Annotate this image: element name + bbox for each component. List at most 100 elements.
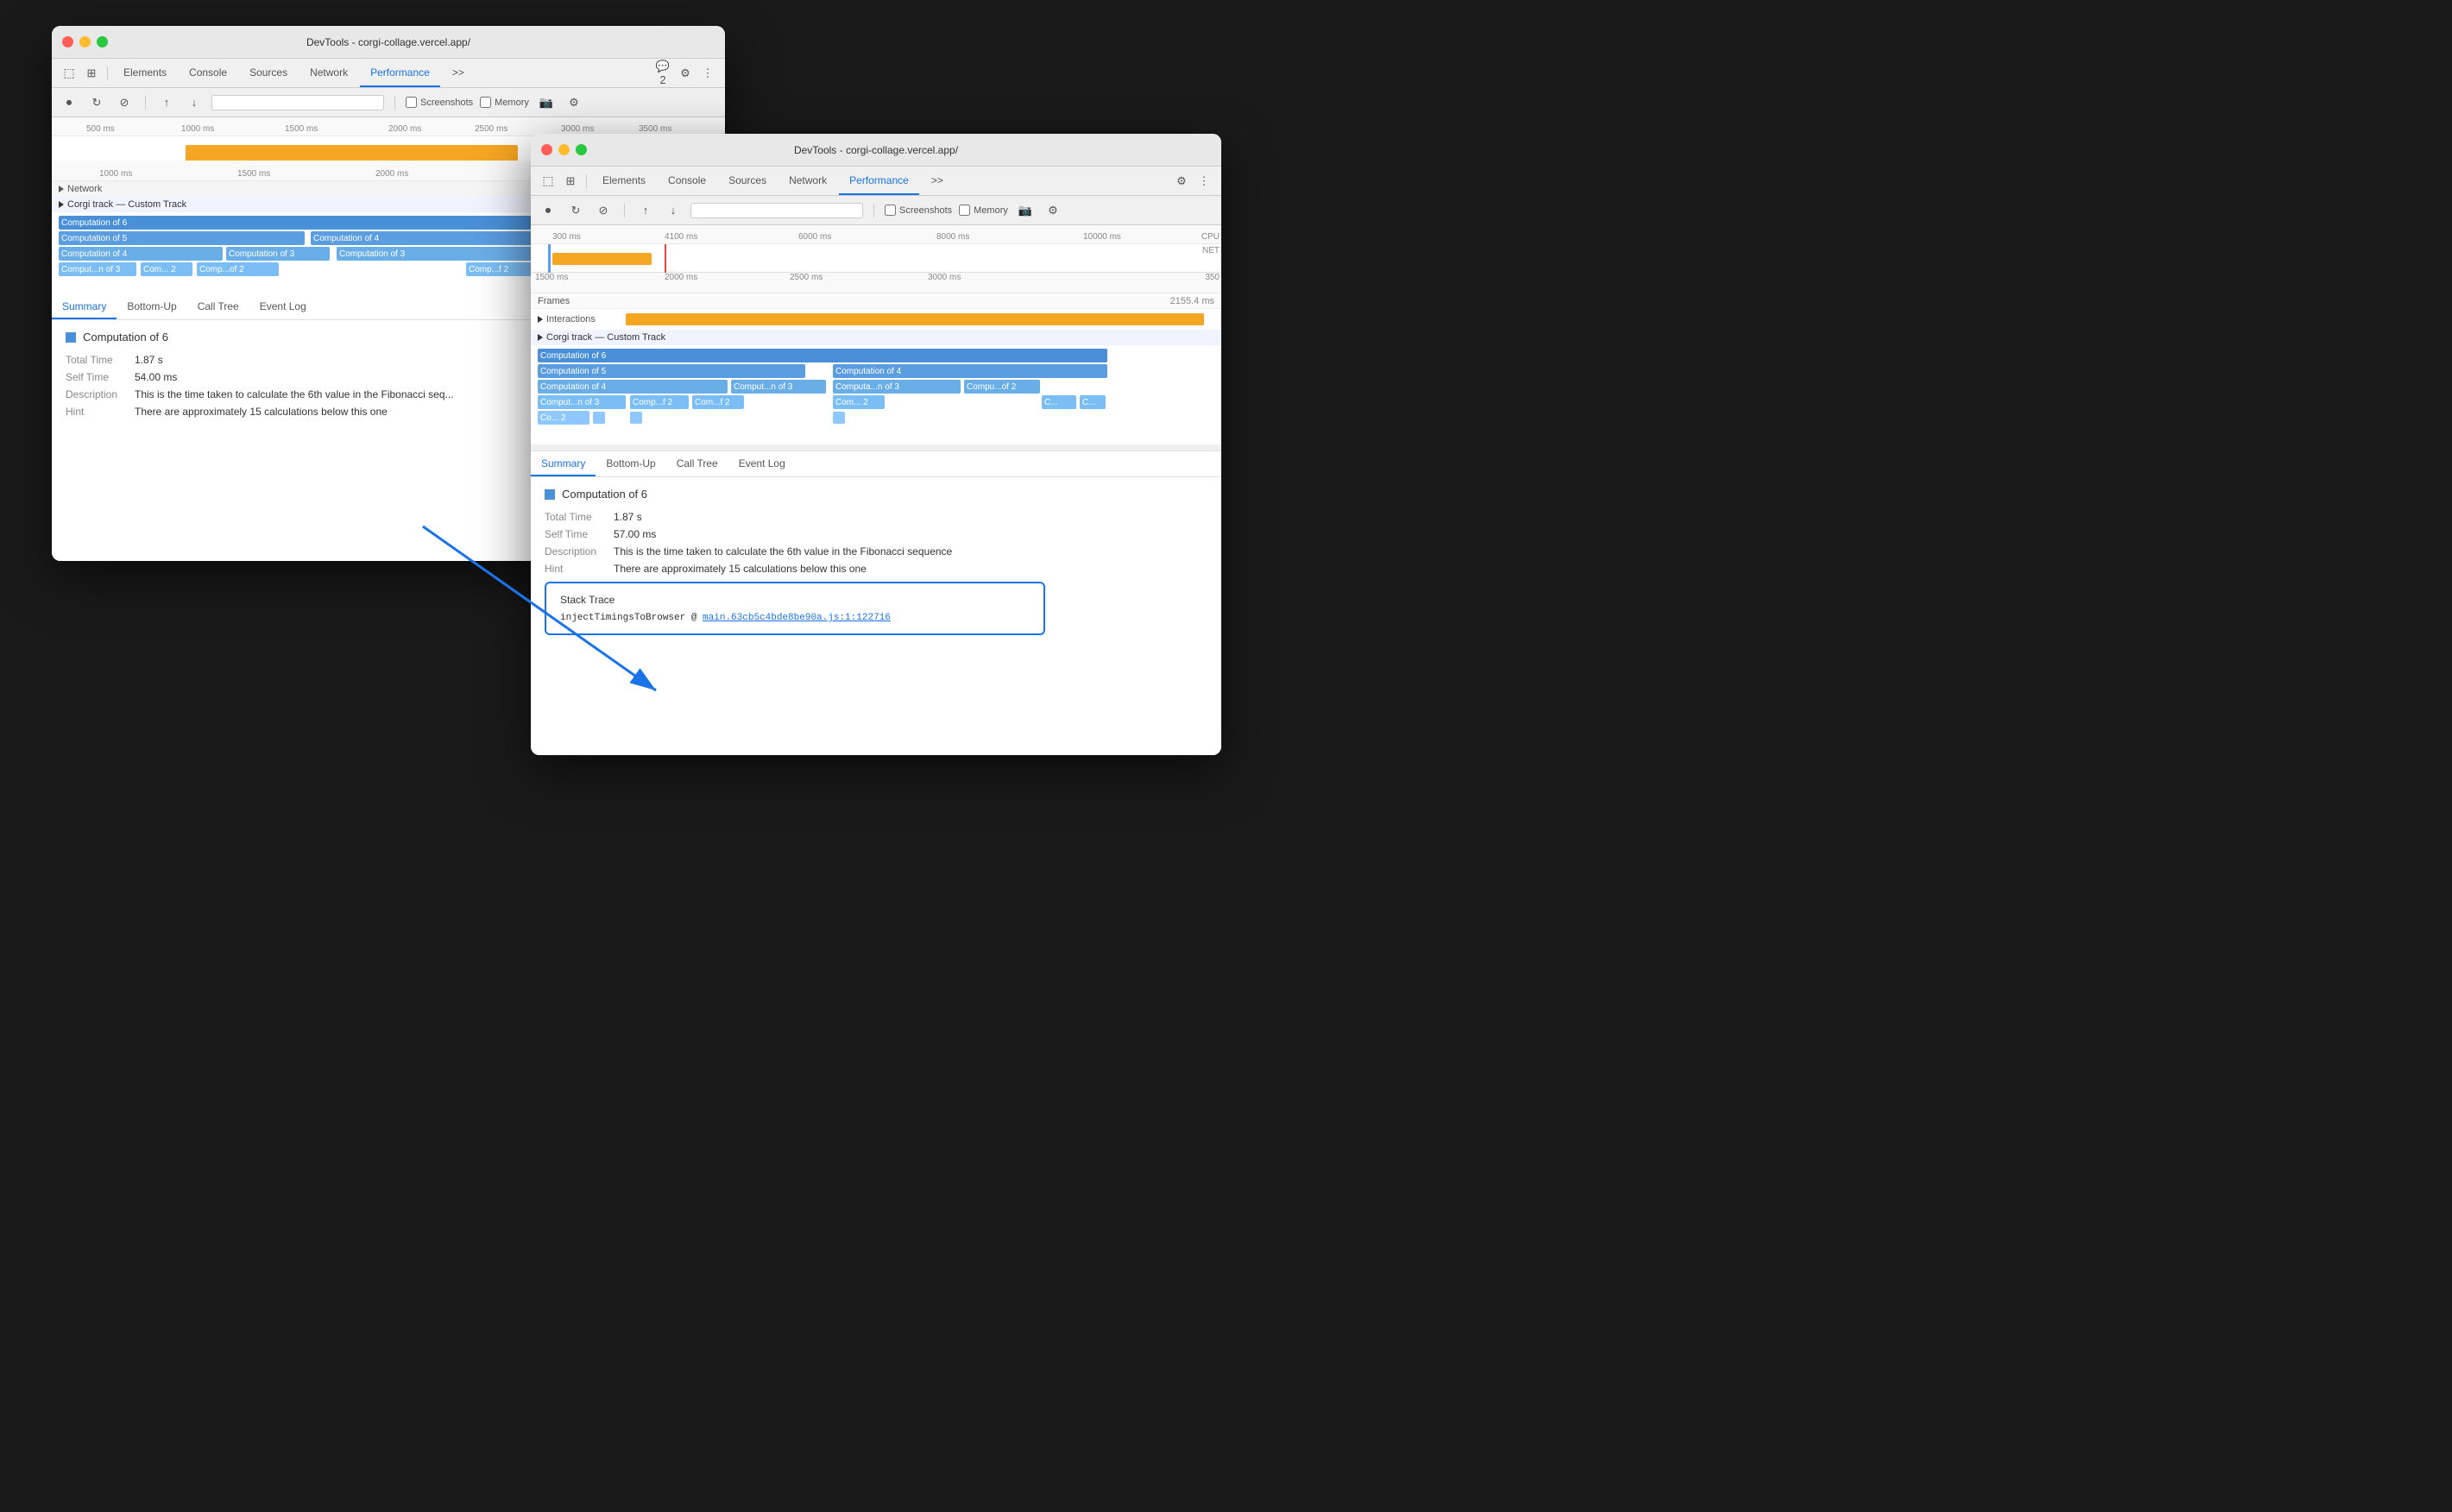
capture-btn-2[interactable]: 📷 (1015, 200, 1036, 221)
flame-comp2a-1[interactable]: Com... 2 (141, 262, 192, 276)
record-btn-2[interactable]: ⏺ (538, 200, 558, 221)
minimize-button-2[interactable] (558, 144, 570, 155)
tab-bottomup-2[interactable]: Bottom-Up (596, 451, 665, 476)
main-ruler-2: 1500 ms 2000 ms 2500 ms 3000 ms 350 (531, 273, 1221, 293)
tab-performance-2[interactable]: Performance (839, 167, 919, 195)
memory-check-1[interactable]: Memory (480, 97, 529, 108)
tab-network-1[interactable]: Network (299, 59, 358, 87)
network-label-1: Network (67, 184, 102, 194)
clear-btn-1[interactable]: ⊘ (114, 92, 135, 113)
tab-more-1[interactable]: >> (442, 59, 475, 87)
tab-bottomup-1[interactable]: Bottom-Up (117, 294, 186, 319)
scrollbar-2[interactable] (531, 444, 1221, 451)
flame-compf2-2[interactable]: Comp...f 2 (630, 395, 689, 409)
flame-comp4a-1[interactable]: Computation of 4 (311, 231, 535, 245)
flame-c2-2[interactable]: C... (1080, 395, 1106, 409)
upload-btn-2[interactable]: ↑ (635, 200, 656, 221)
chat-icon-1[interactable]: 💬 2 (652, 63, 673, 84)
flame-compo2-2[interactable]: Compu...of 2 (964, 380, 1040, 394)
address-input-2[interactable]: corgi-collage.vercel.app... (690, 203, 863, 218)
hint-value-2: There are approximately 15 calculations … (614, 563, 1207, 575)
flame-compna3-2[interactable]: Computa...n of 3 (833, 380, 961, 394)
close-button-2[interactable] (541, 144, 552, 155)
tab-calltree-2[interactable]: Call Tree (666, 451, 728, 476)
more-icon-1[interactable]: ⋮ (697, 63, 718, 84)
tab-more-2[interactable]: >> (921, 167, 954, 195)
flame-comp2c-1[interactable]: Comp...f 2 (466, 262, 535, 276)
flame-comp5-1[interactable]: Computation of 5 (59, 231, 305, 245)
tab-network-2[interactable]: Network (778, 167, 837, 195)
summary-row-selftime-2: Self Time 57.00 ms (545, 528, 1207, 540)
ruler-label-500: 500 ms (86, 124, 115, 134)
ruler-label-1500: 1500 ms (285, 124, 318, 134)
tab-console-1[interactable]: Console (179, 59, 237, 87)
address-input-1[interactable]: corgi-collage.vercel.app... (211, 95, 384, 110)
reload-btn-1[interactable]: ↻ (86, 92, 107, 113)
settings-perf-btn-2[interactable]: ⚙ (1043, 200, 1063, 221)
sidebar-tool-2[interactable]: ⊞ (560, 171, 581, 192)
tab-console-2[interactable]: Console (658, 167, 716, 195)
flame-comp6-1[interactable]: Computation of 6 (59, 216, 538, 230)
sidebar-tool-1[interactable]: ⊞ (81, 63, 102, 84)
close-button-1[interactable] (62, 36, 73, 47)
flame-comp2b-1[interactable]: Comp...of 2 (197, 262, 279, 276)
tab-elements-2[interactable]: Elements (592, 167, 656, 195)
overview-strip-2: 300 ms 4100 ms 6000 ms 8000 ms 10000 ms … (531, 225, 1221, 273)
screenshots-checkbox-1[interactable] (406, 97, 417, 108)
download-btn-2[interactable]: ↓ (663, 200, 684, 221)
tab-sources-1[interactable]: Sources (239, 59, 298, 87)
maximize-button-1[interactable] (97, 36, 108, 47)
settings-icon-1[interactable]: ⚙ (675, 63, 696, 84)
cursor-tool-2[interactable]: ⬚ (538, 171, 558, 192)
flame-compn3-2[interactable]: Comput...n of 3 (731, 380, 826, 394)
tab-elements-1[interactable]: Elements (113, 59, 177, 87)
screenshots-checkbox-2[interactable] (885, 205, 896, 216)
tab-sources-2[interactable]: Sources (718, 167, 777, 195)
flame-compn3b-2[interactable]: Comput...n of 3 (538, 395, 626, 409)
settings-perf-btn-1[interactable]: ⚙ (564, 92, 584, 113)
memory-checkbox-1[interactable] (480, 97, 491, 108)
hint-label-2: Hint (545, 563, 614, 575)
screenshots-check-1[interactable]: Screenshots (406, 97, 473, 108)
selftime-label-1: Self Time (66, 371, 135, 383)
flame-comp3c-1[interactable]: Comput...n of 3 (59, 262, 136, 276)
flame-c1-2[interactable]: C... (1042, 395, 1076, 409)
reload-btn-2[interactable]: ↻ (565, 200, 586, 221)
tab-eventlog-2[interactable]: Event Log (728, 451, 796, 476)
upload-btn-1[interactable]: ↑ (156, 92, 177, 113)
memory-check-2[interactable]: Memory (959, 205, 1008, 216)
flame-comp4a-2[interactable]: Computation of 4 (833, 364, 1107, 378)
flame-comp4b-2[interactable]: Computation of 4 (538, 380, 728, 394)
bottom-tabs-2: Summary Bottom-Up Call Tree Event Log (531, 451, 1221, 477)
stack-trace-func-2: injectTimingsToBrowser @ (560, 613, 703, 623)
tab-summary-1[interactable]: Summary (52, 294, 117, 319)
maximize-button-2[interactable] (576, 144, 587, 155)
flame-comp4b-1[interactable]: Computation of 4 (59, 247, 223, 261)
flame-comp3b-1[interactable]: Computation of 3 (337, 247, 533, 261)
summary-row-hint-2: Hint There are approximately 15 calculat… (545, 563, 1207, 575)
tab-calltree-1[interactable]: Call Tree (187, 294, 249, 319)
clear-btn-2[interactable]: ⊘ (593, 200, 614, 221)
ov-label-300: 300 ms (552, 232, 581, 242)
flame-comp6-2[interactable]: Computation of 6 (538, 349, 1107, 362)
settings-icon-2[interactable]: ⚙ (1171, 171, 1192, 192)
flame-com2-2[interactable]: Com... 2 (833, 395, 885, 409)
screenshots-check-2[interactable]: Screenshots (885, 205, 952, 216)
cursor-tool-1[interactable]: ⬚ (59, 63, 79, 84)
flame-co2-2[interactable]: Co... 2 (538, 411, 589, 425)
flame-comp5-2[interactable]: Computation of 5 (538, 364, 805, 378)
flame-comp3a-1[interactable]: Computation of 3 (226, 247, 330, 261)
more-icon-2[interactable]: ⋮ (1194, 171, 1214, 192)
minimize-button-1[interactable] (79, 36, 91, 47)
stack-trace-link-2[interactable]: main.63cb5c4bde8be90a.js:1:122716 (703, 613, 891, 623)
download-btn-1[interactable]: ↓ (184, 92, 205, 113)
overview-bar-2 (552, 253, 652, 265)
stack-trace-code-2: injectTimingsToBrowser @ main.63cb5c4bde… (560, 613, 1030, 623)
record-btn-1[interactable]: ⏺ (59, 92, 79, 113)
tab-performance-1[interactable]: Performance (360, 59, 440, 87)
flame-comf2-2[interactable]: Com...f 2 (692, 395, 744, 409)
tab-summary-2[interactable]: Summary (531, 451, 596, 476)
memory-checkbox-2[interactable] (959, 205, 970, 216)
capture-btn-1[interactable]: 📷 (536, 92, 557, 113)
tab-eventlog-1[interactable]: Event Log (249, 294, 317, 319)
